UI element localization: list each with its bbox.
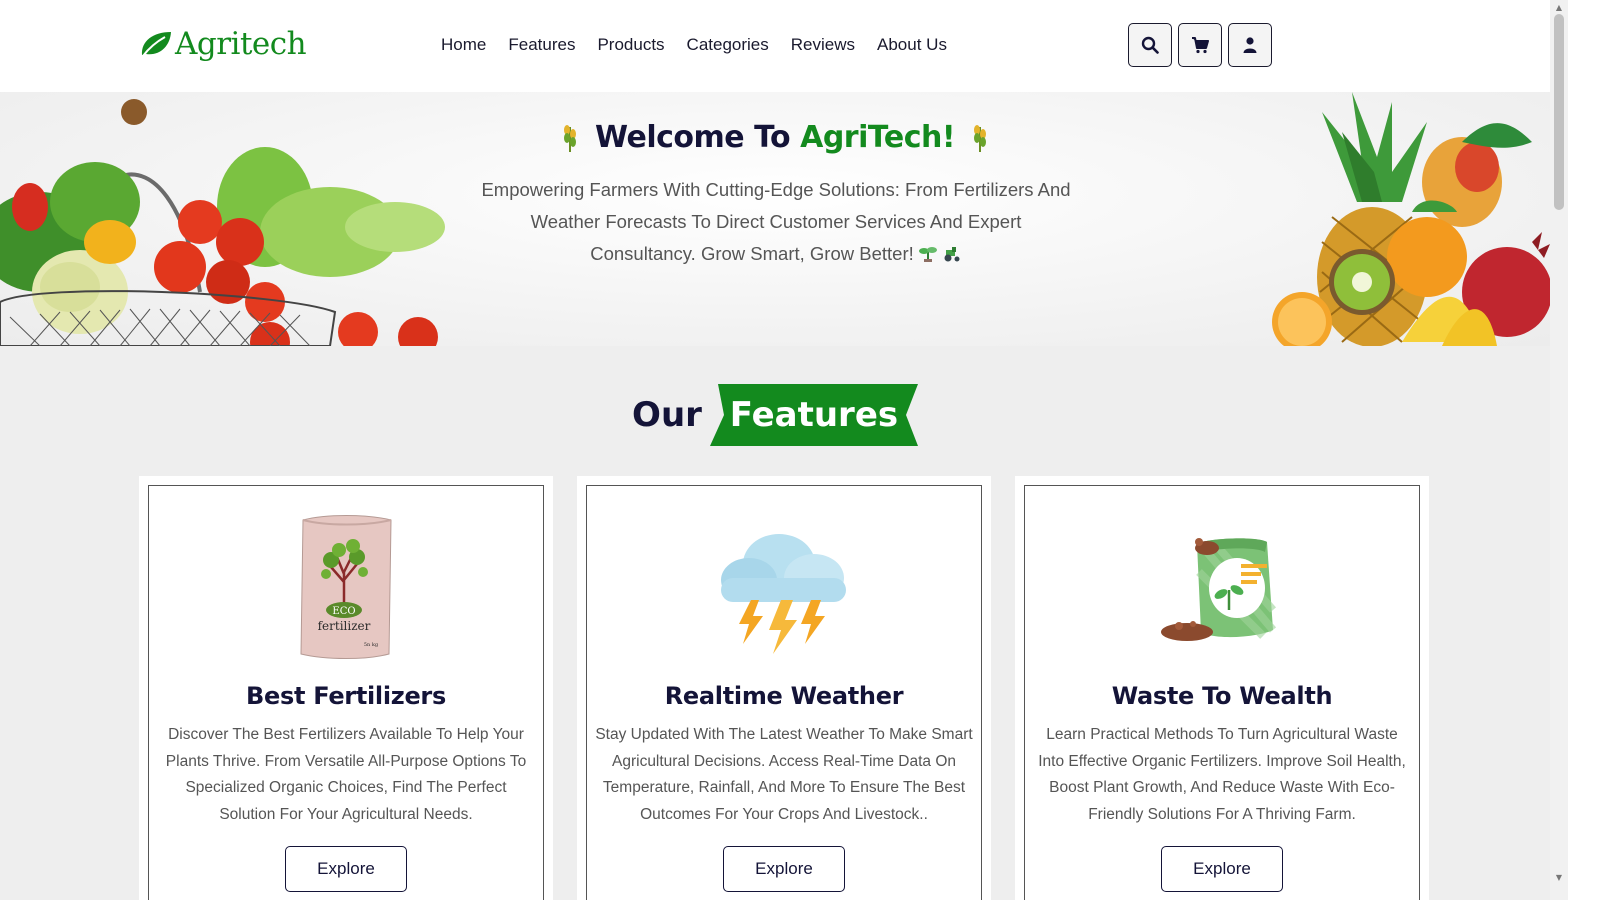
scroll-thumb[interactable] xyxy=(1554,14,1564,210)
wheat-icon xyxy=(563,125,576,152)
hero-title-prefix: Welcome To xyxy=(594,120,801,155)
features-heading-highlight: Features xyxy=(729,395,899,435)
page-scrollbar[interactable]: ▲ ▼ xyxy=(1550,0,1568,900)
nav-features[interactable]: Features xyxy=(508,35,575,55)
fruit-pile-image xyxy=(1272,92,1550,346)
cart-button[interactable] xyxy=(1178,23,1222,67)
card-frame: Realtime Weather Stay Updated With The L… xyxy=(586,485,982,900)
fertilizer-badge-text: ECO xyxy=(332,606,355,617)
features-heading: Our Features xyxy=(0,384,1550,446)
card-frame: ECO fertilizer 5n kg Best Fertilizers Di… xyxy=(148,485,544,900)
hero-subtitle-text: Empowering Farmers With Cutting-Edge Sol… xyxy=(481,179,1071,264)
nav-home[interactable]: Home xyxy=(441,35,486,55)
feature-card-fertilizers: ECO fertilizer 5n kg Best Fertilizers Di… xyxy=(139,476,553,900)
brand-name: Agritech xyxy=(175,26,307,62)
hero-banner: Welcome To AgriTech! Empowering Farmers … xyxy=(0,92,1550,346)
page-edge xyxy=(1568,0,1600,900)
brand-logo[interactable]: Agritech xyxy=(139,26,307,62)
card-frame: Waste To Wealth Learn Practical Methods … xyxy=(1024,485,1420,900)
compost-bag-image xyxy=(1161,538,1277,641)
fertilizer-label-text: fertilizer xyxy=(318,619,371,633)
explore-button[interactable]: Explore xyxy=(1161,846,1283,892)
explore-button[interactable]: Explore xyxy=(285,846,407,892)
main-nav: Home Features Products Categories Review… xyxy=(441,35,947,55)
nav-products[interactable]: Products xyxy=(597,35,664,55)
user-button[interactable] xyxy=(1228,23,1272,67)
user-icon xyxy=(1243,37,1257,53)
fertilizer-weight-text: 5n kg xyxy=(364,642,379,648)
storm-cloud-image xyxy=(721,534,846,654)
leaf-icon xyxy=(141,32,171,57)
feature-card-weather: Realtime Weather Stay Updated With The L… xyxy=(577,476,991,900)
nav-about-us[interactable]: About Us xyxy=(877,35,947,55)
card-description: Learn Practical Methods To Turn Agricult… xyxy=(1038,726,1406,823)
feature-cards: ECO fertilizer 5n kg Best Fertilizers Di… xyxy=(139,476,1429,900)
hero-subtitle: Empowering Farmers With Cutting-Edge Sol… xyxy=(480,174,1072,270)
seedling-icon xyxy=(918,247,937,262)
card-title: Best Fertilizers xyxy=(246,682,446,710)
explore-button[interactable]: Explore xyxy=(723,846,845,892)
feature-card-waste-to-wealth: Waste To Wealth Learn Practical Methods … xyxy=(1015,476,1429,900)
search-icon xyxy=(1141,36,1159,54)
cart-icon xyxy=(1192,37,1209,54)
hero-title-highlight: AgriTech! xyxy=(800,120,956,155)
scroll-up-arrow-icon[interactable]: ▲ xyxy=(1550,0,1568,14)
fertilizer-bag-image: ECO fertilizer 5n kg xyxy=(300,515,392,659)
card-description: Stay Updated With The Latest Weather To … xyxy=(595,726,973,823)
tractor-icon xyxy=(944,247,960,262)
wheat-icon xyxy=(974,125,987,152)
card-title: Waste To Wealth xyxy=(1111,682,1333,710)
features-heading-ribbon: Features xyxy=(709,384,918,446)
card-description: Discover The Best Fertilizers Available … xyxy=(165,726,527,823)
site-header: Agritech Home Features Products Categori… xyxy=(0,0,1550,92)
card-title: Realtime Weather xyxy=(664,682,904,710)
features-heading-prefix: Our xyxy=(632,395,702,435)
nav-reviews[interactable]: Reviews xyxy=(791,35,855,55)
header-actions xyxy=(1128,23,1272,67)
scroll-down-arrow-icon[interactable]: ▼ xyxy=(1550,870,1568,884)
search-button[interactable] xyxy=(1128,23,1172,67)
nav-categories[interactable]: Categories xyxy=(687,35,769,55)
